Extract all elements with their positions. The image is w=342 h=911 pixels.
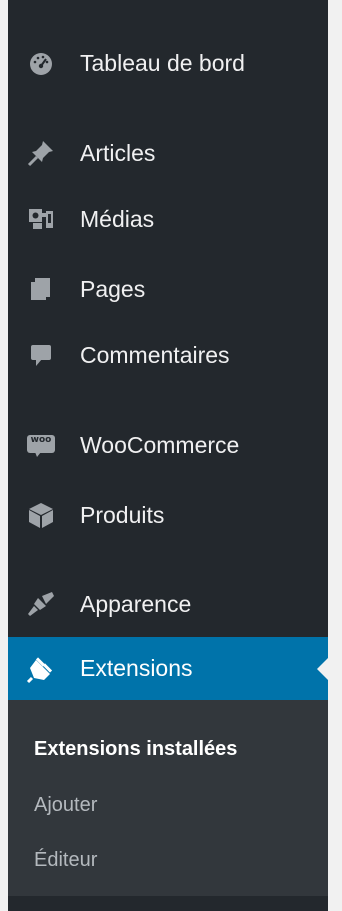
plugin-plug-icon (26, 654, 56, 684)
product-box-icon (26, 500, 56, 530)
menu-item-label: Produits (80, 501, 165, 528)
menu-item-label: Articles (80, 139, 156, 166)
submenu-item-editor[interactable]: Éditeur (34, 849, 97, 872)
comment-bubble-icon (26, 340, 56, 370)
menu-item-dashboard[interactable]: Tableau de bord (8, 35, 328, 91)
woocommerce-icon-text: woo (30, 435, 52, 445)
menu-item-media[interactable]: Médias (8, 191, 328, 247)
menu-item-woocommerce[interactable]: woo WooCommerce (8, 417, 328, 473)
menu-item-label: Extensions (80, 655, 193, 681)
menu-item-plugins[interactable]: Extensions (8, 637, 329, 700)
pages-icon (26, 274, 56, 304)
menu-item-label: WooCommerce (80, 431, 240, 458)
menu-item-pages[interactable]: Pages (8, 261, 328, 317)
media-icon (26, 204, 56, 234)
menu-item-label: Commentaires (80, 341, 230, 368)
menu-item-comments[interactable]: Commentaires (8, 327, 328, 383)
submenu-item-add-new[interactable]: Ajouter (34, 794, 97, 817)
sidebar-bottom (8, 896, 328, 911)
menu-item-products[interactable]: Produits (8, 487, 328, 543)
plugins-submenu: Extensions installées Ajouter Éditeur (8, 700, 328, 896)
submenu-item-installed-plugins[interactable]: Extensions installées (34, 738, 237, 761)
menu-item-label: Médias (80, 205, 155, 232)
menu-item-label: Tableau de bord (80, 49, 245, 76)
paintbrush-icon (26, 589, 56, 619)
menu-item-appearance[interactable]: Apparence (8, 576, 328, 632)
admin-sidebar-menu: Tableau de bord Articles Médias Pages Co… (8, 0, 329, 911)
menu-item-label: Apparence (80, 590, 192, 617)
dashboard-gauge-icon (26, 48, 56, 78)
active-indicator-arrow (317, 656, 329, 681)
menu-item-posts[interactable]: Articles (8, 125, 328, 181)
menu-item-label: Pages (80, 275, 146, 302)
pushpin-icon (26, 138, 56, 168)
woocommerce-icon: woo (26, 430, 56, 460)
